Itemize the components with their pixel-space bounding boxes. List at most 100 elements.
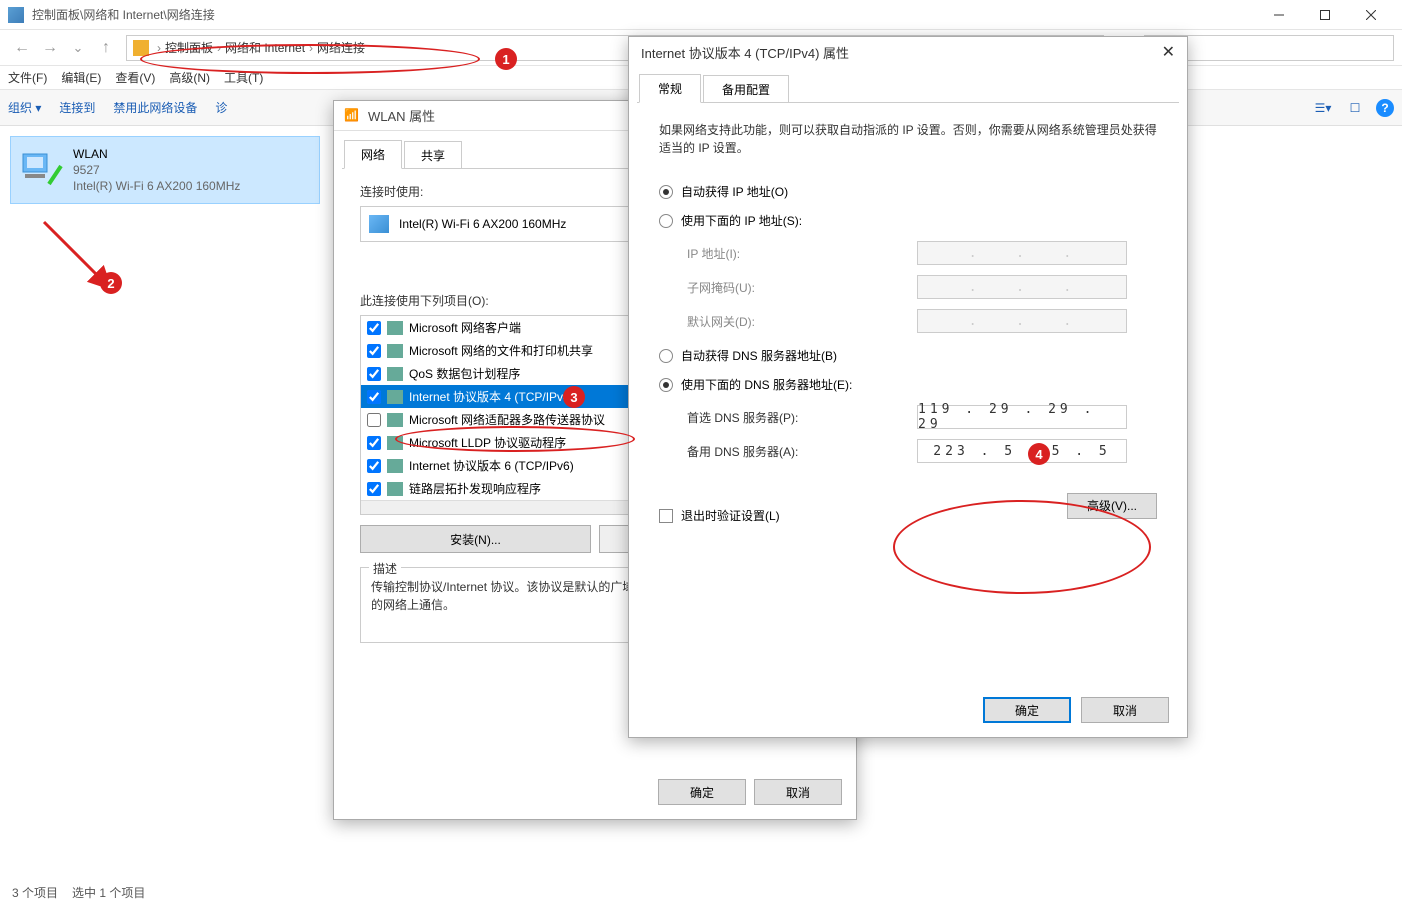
- ip-address-input: . . .: [917, 241, 1127, 265]
- item-label: Microsoft LLDP 协议驱动程序: [409, 434, 566, 451]
- adapter-name: Intel(R) Wi-Fi 6 AX200 160MHz: [399, 217, 566, 231]
- ipv4-tabs: 常规 备用配置: [629, 71, 1187, 103]
- wifi-adapter-icon: [19, 148, 63, 192]
- intro-text: 如果网络支持此功能，则可以获取自动指派的 IP 设置。否则，你需要从网络系统管理…: [659, 121, 1157, 157]
- item-label: Microsoft 网络的文件和打印机共享: [409, 342, 593, 359]
- window-title: 控制面板\网络和 Internet\网络连接: [32, 6, 1256, 23]
- diagnose-button[interactable]: 诊: [215, 99, 227, 116]
- breadcrumb-item[interactable]: 网络连接: [317, 39, 365, 56]
- item-checkbox[interactable]: [367, 436, 381, 450]
- recent-dropdown[interactable]: ⌄: [64, 34, 92, 62]
- ipv4-footer: 确定 取消: [983, 697, 1169, 723]
- item-label: Internet 协议版本 4 (TCP/IPv4): [409, 388, 574, 405]
- statusbar: 3 个项目 选中 1 个项目: [0, 878, 1402, 906]
- control-panel-icon: [8, 7, 24, 23]
- folder-icon: [133, 40, 149, 56]
- preferred-dns-input[interactable]: 119 . 29 . 29 . 29: [917, 405, 1127, 429]
- component-icon: [387, 344, 403, 358]
- gateway-label: 默认网关(D):: [687, 313, 917, 330]
- auto-dns-label: 自动获得 DNS 服务器地址(B): [681, 347, 837, 364]
- breadcrumb-item[interactable]: 控制面板: [165, 39, 213, 56]
- maximize-button[interactable]: [1302, 0, 1348, 30]
- item-checkbox[interactable]: [367, 459, 381, 473]
- auto-ip-radio-row[interactable]: 自动获得 IP 地址(O): [659, 183, 1157, 200]
- close-button[interactable]: [1348, 0, 1394, 30]
- chevron-right-icon: ›: [157, 41, 161, 55]
- item-label: QoS 数据包计划程序: [409, 365, 520, 382]
- item-label: Internet 协议版本 6 (TCP/IPv6): [409, 457, 574, 474]
- up-button[interactable]: ↑: [92, 34, 120, 62]
- tab-alternate[interactable]: 备用配置: [703, 75, 789, 103]
- component-icon: [387, 321, 403, 335]
- install-button[interactable]: 安装(N)...: [360, 525, 591, 553]
- auto-dns-radio-row[interactable]: 自动获得 DNS 服务器地址(B): [659, 347, 1157, 364]
- manual-dns-label: 使用下面的 DNS 服务器地址(E):: [681, 376, 852, 393]
- manual-dns-radio-row[interactable]: 使用下面的 DNS 服务器地址(E):: [659, 376, 1157, 393]
- status-item-count: 3 个项目: [12, 884, 58, 901]
- network-adapter-item[interactable]: WLAN 9527 Intel(R) Wi-Fi 6 AX200 160MHz: [10, 136, 320, 204]
- chevron-right-icon: ›: [309, 41, 313, 55]
- organize-button[interactable]: 组织 ▾: [8, 99, 41, 116]
- tab-general[interactable]: 常规: [639, 74, 701, 103]
- network-name: WLAN: [73, 147, 240, 161]
- help-icon[interactable]: ?: [1376, 99, 1394, 117]
- menu-edit[interactable]: 编辑(E): [61, 69, 101, 86]
- component-icon: [387, 459, 403, 473]
- component-icon: [387, 413, 403, 427]
- forward-button[interactable]: →: [36, 34, 64, 62]
- close-icon[interactable]: ✕: [1162, 42, 1175, 62]
- ipv4-cancel-button[interactable]: 取消: [1081, 697, 1169, 723]
- alt-dns-label: 备用 DNS 服务器(A):: [687, 443, 917, 460]
- view-options-icon[interactable]: ☰▾: [1312, 99, 1334, 117]
- back-button[interactable]: ←: [8, 34, 36, 62]
- radio-manual-dns[interactable]: [659, 378, 673, 392]
- menu-advanced[interactable]: 高级(N): [169, 69, 210, 86]
- ipv4-title: Internet 协议版本 4 (TCP/IPv4) 属性: [641, 43, 849, 62]
- ipv4-properties-dialog: Internet 协议版本 4 (TCP/IPv4) 属性 ✕ 常规 备用配置 …: [628, 36, 1188, 738]
- network-item-text: WLAN 9527 Intel(R) Wi-Fi 6 AX200 160MHz: [73, 147, 240, 193]
- validate-checkbox-row[interactable]: 退出时验证设置(L): [659, 507, 780, 524]
- wifi-icon: 📶: [344, 108, 360, 124]
- validate-checkbox[interactable]: [659, 509, 673, 523]
- alt-dns-input[interactable]: 223 . 5 . 5 . 5: [917, 439, 1127, 463]
- subnet-label: 子网掩码(U):: [687, 279, 917, 296]
- menu-tools[interactable]: 工具(T): [224, 69, 263, 86]
- gateway-input: . . .: [917, 309, 1127, 333]
- item-checkbox[interactable]: [367, 413, 381, 427]
- titlebar: 控制面板\网络和 Internet\网络连接: [0, 0, 1402, 30]
- disable-device-button[interactable]: 禁用此网络设备: [113, 99, 197, 116]
- radio-auto-dns[interactable]: [659, 349, 673, 363]
- menu-file[interactable]: 文件(F): [8, 69, 47, 86]
- item-label: Microsoft 网络客户端: [409, 319, 521, 336]
- window-controls: [1256, 0, 1394, 30]
- network-adapter-name: Intel(R) Wi-Fi 6 AX200 160MHz: [73, 179, 240, 193]
- ipv4-ok-button[interactable]: 确定: [983, 697, 1071, 723]
- radio-manual-ip[interactable]: [659, 214, 673, 228]
- component-icon: [387, 367, 403, 381]
- wlan-cancel-button[interactable]: 取消: [754, 779, 842, 805]
- preview-pane-icon[interactable]: ☐: [1344, 99, 1366, 117]
- advanced-button[interactable]: 高级(V)...: [1067, 493, 1157, 519]
- tab-network[interactable]: 网络: [344, 140, 402, 169]
- network-ssid: 9527: [73, 163, 240, 177]
- description-label: 描述: [369, 560, 401, 577]
- item-label: 链路层拓扑发现响应程序: [409, 480, 541, 497]
- breadcrumb-item[interactable]: 网络和 Internet: [225, 39, 305, 56]
- item-checkbox[interactable]: [367, 390, 381, 404]
- auto-ip-label: 自动获得 IP 地址(O): [681, 183, 788, 200]
- tab-sharing[interactable]: 共享: [404, 141, 462, 169]
- wlan-ok-button[interactable]: 确定: [658, 779, 746, 805]
- validate-label: 退出时验证设置(L): [681, 507, 780, 524]
- item-label: Microsoft 网络适配器多路传送器协议: [409, 411, 605, 428]
- item-checkbox[interactable]: [367, 367, 381, 381]
- minimize-button[interactable]: [1256, 0, 1302, 30]
- ipv4-body: 如果网络支持此功能，则可以获取自动指派的 IP 设置。否则，你需要从网络系统管理…: [637, 102, 1179, 542]
- item-checkbox[interactable]: [367, 344, 381, 358]
- status-selected-count: 选中 1 个项目: [72, 884, 145, 901]
- item-checkbox[interactable]: [367, 482, 381, 496]
- connect-to-button[interactable]: 连接到: [59, 99, 95, 116]
- menu-view[interactable]: 查看(V): [115, 69, 155, 86]
- item-checkbox[interactable]: [367, 321, 381, 335]
- manual-ip-radio-row[interactable]: 使用下面的 IP 地址(S):: [659, 212, 1157, 229]
- radio-auto-ip[interactable]: [659, 185, 673, 199]
